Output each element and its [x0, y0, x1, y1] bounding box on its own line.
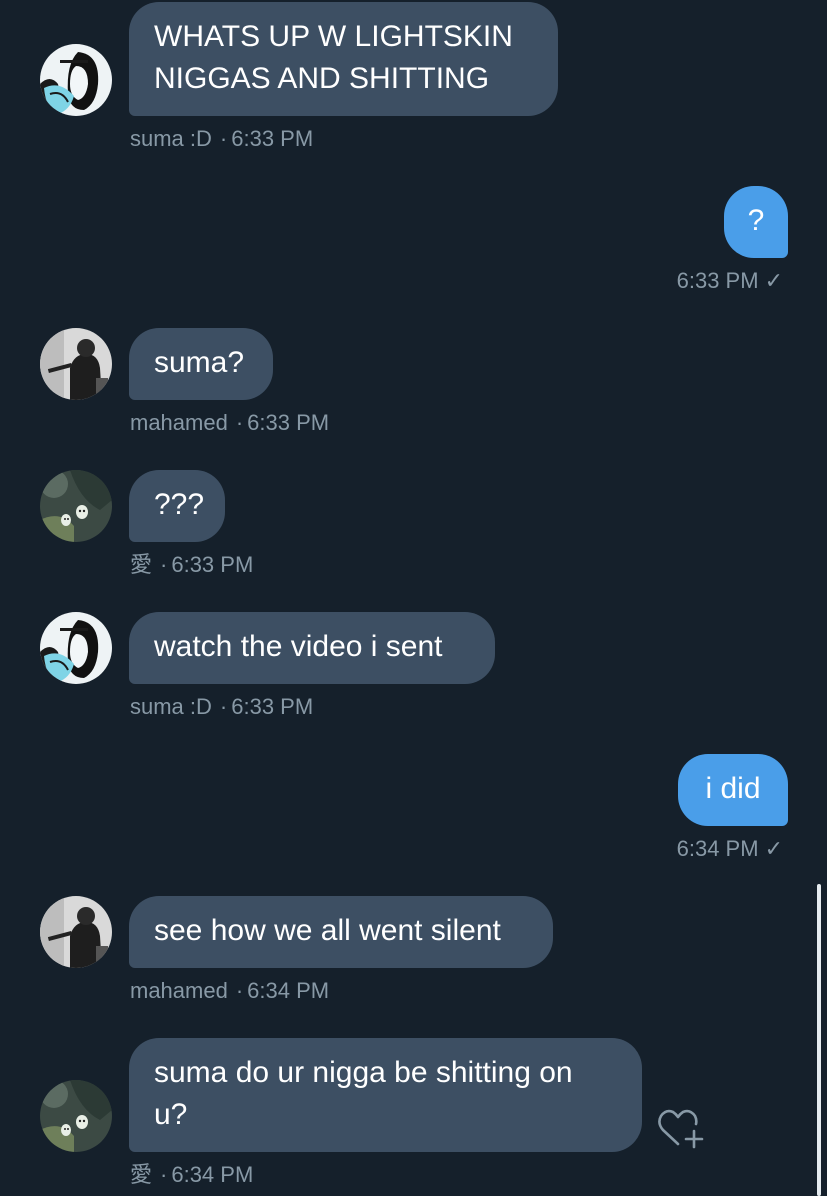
message-bubble[interactable]: see how we all went silent	[129, 896, 553, 968]
add-reaction-heart-icon[interactable]	[656, 1106, 710, 1152]
message-bubble[interactable]: ?	[724, 186, 788, 258]
meta-separator: ·	[235, 410, 244, 435]
message-meta: suma :D · 6:33 PM	[130, 693, 313, 721]
sender-avatar[interactable]	[40, 1080, 112, 1152]
message-text: see how we all went silent	[154, 914, 501, 947]
message-text: suma?	[154, 346, 245, 379]
message-bubble[interactable]: suma?	[129, 328, 273, 400]
check-icon: ✓	[764, 268, 783, 293]
message-time: 6:33 PM	[676, 268, 759, 293]
message-text: watch the video i sent	[154, 630, 443, 663]
scrollbar[interactable]	[817, 884, 821, 1196]
sender-name: suma :D	[130, 126, 212, 151]
bw-photo-avatar	[40, 328, 112, 400]
message-text-line: u?	[154, 1098, 188, 1131]
message-bubble[interactable]: ???	[129, 470, 225, 542]
sender-name: suma :D	[130, 694, 212, 719]
message-meta: suma :D · 6:33 PM	[130, 125, 313, 153]
sender-name: mahamed	[130, 410, 228, 435]
sender-name: 愛	[130, 552, 153, 577]
message-bubble[interactable]: i did	[678, 754, 788, 826]
message-text-line: WHATS UP W LIGHTSKIN	[154, 20, 513, 53]
meta-separator: ·	[235, 978, 244, 1003]
message-bubble[interactable]: watch the video i sent	[129, 612, 495, 684]
message-meta: mahamed · 6:33 PM	[130, 409, 329, 437]
forest-spirit-avatar	[40, 470, 112, 542]
meta-separator: ·	[160, 552, 168, 577]
sender-name: 愛	[130, 1162, 153, 1187]
sender-avatar[interactable]	[40, 470, 112, 542]
message-time: 6:34 PM	[676, 836, 759, 861]
message-bubble[interactable]: suma do ur nigga be shitting on u?	[129, 1038, 642, 1152]
message-time: 6:33 PM	[247, 410, 330, 435]
message-meta: 愛 · 6:34 PM	[130, 1161, 253, 1189]
bw-photo-avatar	[40, 896, 112, 968]
message-meta: 6:34 PM ✓	[677, 835, 783, 863]
sender-avatar[interactable]	[40, 612, 112, 684]
message-time: 6:34 PM	[247, 978, 330, 1003]
message-text: ???	[154, 488, 205, 521]
meta-separator: ·	[160, 1162, 168, 1187]
message-meta: 愛 · 6:33 PM	[130, 551, 253, 579]
forest-spirit-avatar	[40, 1080, 112, 1152]
message-time: 6:33 PM	[171, 552, 254, 577]
anime-girl-avatar	[40, 44, 112, 116]
sender-name: mahamed	[130, 978, 228, 1003]
message-time: 6:33 PM	[231, 694, 314, 719]
message-text-line: suma do ur nigga be shitting on	[154, 1056, 573, 1089]
message-meta: mahamed · 6:34 PM	[130, 977, 329, 1005]
sender-avatar[interactable]	[40, 44, 112, 116]
dm-thread: WHATS UP W LIGHTSKIN NIGGAS AND SHITTING…	[0, 0, 827, 1196]
message-text: ?	[747, 204, 765, 237]
check-icon: ✓	[764, 836, 783, 861]
sender-avatar[interactable]	[40, 896, 112, 968]
sender-avatar[interactable]	[40, 328, 112, 400]
anime-girl-avatar	[40, 612, 112, 684]
message-bubble[interactable]: WHATS UP W LIGHTSKIN NIGGAS AND SHITTING	[129, 2, 558, 116]
message-time: 6:33 PM	[231, 126, 314, 151]
message-meta: 6:33 PM ✓	[677, 267, 783, 295]
meta-separator: ·	[219, 694, 228, 719]
meta-separator: ·	[219, 126, 228, 151]
message-text: i did	[705, 772, 761, 805]
message-time: 6:34 PM	[171, 1162, 254, 1187]
message-text-line: NIGGAS AND SHITTING	[154, 62, 490, 95]
